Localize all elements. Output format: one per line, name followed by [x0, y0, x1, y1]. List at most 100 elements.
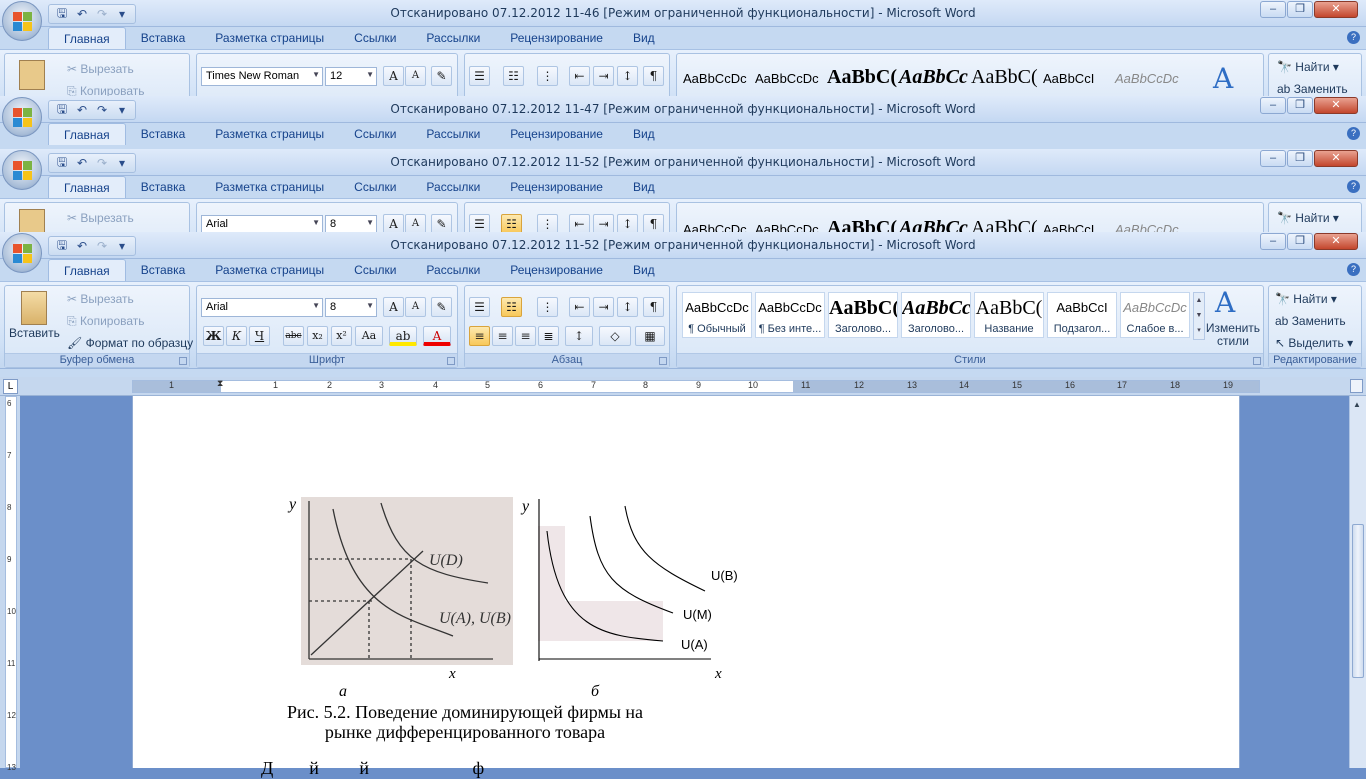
tab-review[interactable]: Рецензирование: [495, 27, 618, 49]
shrink-font-button[interactable]: A: [405, 66, 426, 86]
tab-view[interactable]: Вид: [618, 259, 670, 281]
bold-button[interactable]: Ж: [203, 326, 224, 346]
tab-references[interactable]: Ссылки: [339, 27, 411, 49]
dialog-launcher-icon[interactable]: [659, 357, 667, 365]
tab-insert[interactable]: Вставка: [126, 27, 201, 49]
tab-review[interactable]: Рецензирование: [495, 123, 618, 145]
change-styles-button[interactable]: Изменить стили: [1205, 322, 1261, 348]
font-name-combo[interactable]: Times New Roman ▼: [201, 67, 323, 86]
cut-button[interactable]: ✂ Вырезать: [67, 211, 134, 225]
office-button[interactable]: [2, 233, 42, 273]
maximize-button[interactable]: ❐: [1287, 233, 1313, 250]
minimize-button[interactable]: –: [1260, 233, 1286, 250]
multilevel-button[interactable]: ⋮: [537, 214, 558, 234]
cut-button[interactable]: ✂ Вырезать: [67, 292, 134, 306]
paste-icon[interactable]: [19, 209, 45, 234]
decrease-indent-button[interactable]: ⇤: [569, 214, 590, 234]
undo-icon[interactable]: ↶: [74, 7, 90, 21]
paste-icon[interactable]: [21, 291, 47, 325]
sort-button[interactable]: ↕: [617, 66, 638, 86]
font-size-combo[interactable]: 8 ▼: [325, 298, 377, 317]
replace-button[interactable]: ab Заменить: [1277, 82, 1348, 96]
clear-format-button[interactable]: ✎: [431, 214, 452, 234]
decrease-indent-button[interactable]: ⇤: [569, 66, 590, 86]
scroll-up-icon[interactable]: ▲: [1353, 400, 1361, 409]
format-painter-button[interactable]: 🖌 Формат по образцу: [67, 336, 193, 350]
grow-font-button[interactable]: A: [383, 66, 404, 86]
dialog-launcher-icon[interactable]: [447, 357, 455, 365]
help-icon[interactable]: ?: [1347, 180, 1360, 193]
minimize-button[interactable]: –: [1260, 150, 1286, 167]
show-marks-button[interactable]: ¶: [643, 297, 664, 317]
multilevel-button[interactable]: ⋮: [537, 297, 558, 317]
highlight-icon[interactable]: ab: [389, 326, 417, 346]
undo-icon[interactable]: ↶: [74, 239, 90, 253]
tab-page-layout[interactable]: Разметка страницы: [200, 123, 339, 145]
scroll-thumb[interactable]: [1352, 524, 1364, 678]
numbering-button[interactable]: ☷: [503, 66, 524, 86]
style-subtitle[interactable]: AaBbCcI Подзагол...: [1047, 292, 1117, 338]
increase-indent-button[interactable]: ⇥: [593, 214, 614, 234]
tab-mailings[interactable]: Рассылки: [411, 123, 495, 145]
paste-icon[interactable]: [19, 60, 45, 90]
tab-mailings[interactable]: Рассылки: [411, 259, 495, 281]
style-normal[interactable]: AaBbCcDc ¶ Обычный: [682, 292, 752, 338]
tab-review[interactable]: Рецензирование: [495, 176, 618, 198]
tab-insert[interactable]: Вставка: [126, 123, 201, 145]
tab-references[interactable]: Ссылки: [339, 176, 411, 198]
style-heading-1[interactable]: AaBbC(Заголово...: [828, 292, 898, 338]
close-button[interactable]: ✕: [1314, 1, 1358, 18]
tab-references[interactable]: Ссылки: [339, 259, 411, 281]
styles-scroll[interactable]: ▲ ▼ ▾: [1193, 292, 1205, 340]
tab-home[interactable]: Главная: [48, 259, 126, 281]
close-button[interactable]: ✕: [1314, 233, 1358, 250]
shrink-font-button[interactable]: A: [405, 214, 426, 234]
dialog-launcher-icon[interactable]: [179, 357, 187, 365]
sort-button[interactable]: ↕: [617, 297, 638, 317]
customize-qat-icon[interactable]: ▾: [114, 239, 130, 253]
tab-home[interactable]: Главная: [48, 176, 126, 198]
cut-button[interactable]: ✂ Вырезать: [67, 62, 134, 76]
customize-qat-icon[interactable]: ▾: [114, 7, 130, 21]
grow-font-button[interactable]: A: [383, 297, 404, 317]
tab-insert[interactable]: Вставка: [126, 176, 201, 198]
grow-font-button[interactable]: A: [383, 214, 404, 234]
customize-qat-icon[interactable]: ▾: [114, 103, 130, 117]
save-icon[interactable]: 🖫: [54, 100, 70, 121]
tab-mailings[interactable]: Рассылки: [411, 27, 495, 49]
decrease-indent-button[interactable]: ⇤: [569, 297, 590, 317]
maximize-button[interactable]: ❐: [1287, 97, 1313, 114]
vertical-scrollbar[interactable]: ▲: [1349, 396, 1366, 768]
sort-button[interactable]: ↕: [617, 214, 638, 234]
style-preview-row[interactable]: AaBbCcDc AaBbCcDc AaBbC(AaBbCc AaBbC(AaBbCc…: [683, 66, 1187, 89]
bullets-button[interactable]: ☰: [469, 66, 490, 86]
copy-button[interactable]: ⎘ Копировать: [67, 314, 145, 329]
help-icon[interactable]: ?: [1347, 31, 1360, 44]
tab-view[interactable]: Вид: [618, 123, 670, 145]
indent-marker-icon[interactable]: ⧗: [217, 378, 223, 389]
tab-view[interactable]: Вид: [618, 176, 670, 198]
redo-icon[interactable]: ↷: [94, 103, 110, 117]
dialog-launcher-icon[interactable]: [1253, 357, 1261, 365]
office-button[interactable]: [2, 97, 42, 137]
bullets-button[interactable]: ☰: [469, 297, 490, 317]
replace-button[interactable]: ab Заменить: [1275, 314, 1346, 328]
tab-view[interactable]: Вид: [618, 27, 670, 49]
tab-insert[interactable]: Вставка: [126, 259, 201, 281]
clear-format-button[interactable]: ✎: [431, 297, 452, 317]
font-name-combo[interactable]: Arial ▼: [201, 298, 323, 317]
numbering-button[interactable]: ☷: [501, 214, 522, 234]
save-icon[interactable]: 🖫: [54, 153, 70, 174]
increase-indent-button[interactable]: ⇥: [593, 297, 614, 317]
style-title[interactable]: AaBbC(Название: [974, 292, 1044, 338]
tab-page-layout[interactable]: Разметка страницы: [200, 27, 339, 49]
tab-home[interactable]: Главная: [48, 27, 126, 49]
maximize-button[interactable]: ❐: [1287, 150, 1313, 167]
paste-button[interactable]: Вставить: [9, 326, 60, 340]
close-button[interactable]: ✕: [1314, 97, 1358, 114]
change-styles-icon[interactable]: A: [1213, 62, 1233, 95]
minimize-button[interactable]: –: [1260, 1, 1286, 18]
find-button[interactable]: 🔭 Найти ▾: [1277, 211, 1339, 225]
tab-page-layout[interactable]: Разметка страницы: [200, 176, 339, 198]
tab-home[interactable]: Главная: [48, 123, 126, 145]
